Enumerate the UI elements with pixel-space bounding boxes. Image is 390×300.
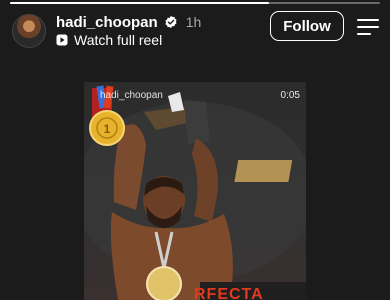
username-row: hadi_choopan 1h — [56, 13, 201, 31]
svg-text:1: 1 — [104, 122, 111, 136]
avatar[interactable] — [12, 14, 46, 48]
video-duration: 0:05 — [280, 90, 300, 101]
follow-button[interactable]: Follow — [270, 11, 344, 41]
reel-play-icon — [56, 34, 68, 46]
video-watermark: hadi_choopan — [100, 90, 163, 101]
story-viewer: hadi_choopan 1h Watch full reel Follow 1… — [0, 0, 390, 300]
watch-full-reel-link[interactable]: Watch full reel — [56, 31, 162, 49]
username[interactable]: hadi_choopan — [56, 14, 158, 31]
story-progress-bar — [10, 2, 380, 4]
reel-video-preview[interactable]: 1 hadi_choopan 0:05 RFECTA — [84, 82, 306, 300]
story-progress-fill — [10, 2, 269, 4]
watch-full-reel-label: Watch full reel — [74, 32, 163, 48]
bodybuilder-trophy-image: 1 — [84, 85, 306, 300]
verified-badge-icon — [165, 15, 177, 29]
banner-text: RFECTA — [194, 286, 264, 300]
post-time: 1h — [185, 14, 202, 30]
story-header: hadi_choopan 1h Watch full reel Follow — [10, 10, 380, 50]
menu-icon[interactable] — [356, 16, 380, 36]
